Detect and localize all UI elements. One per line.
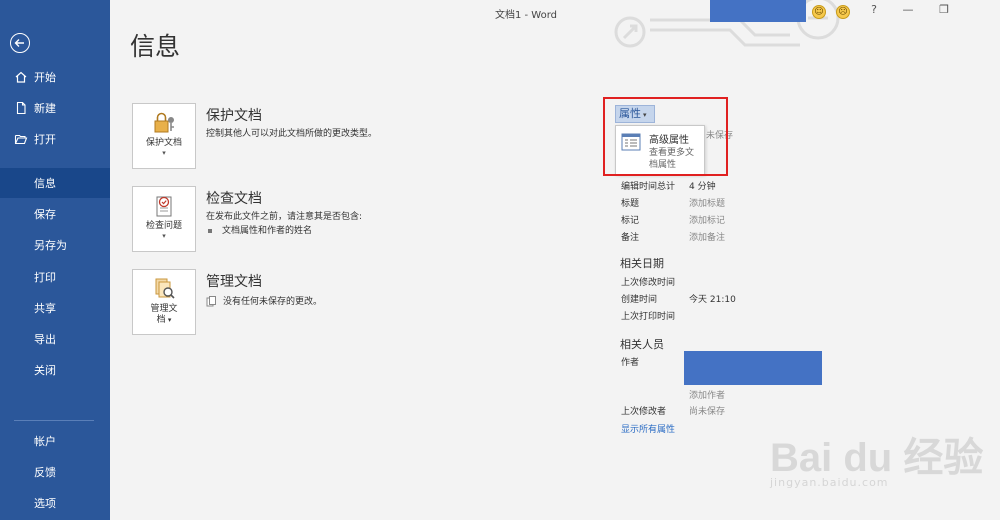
- title-label: 标题: [621, 199, 640, 209]
- check-issues-button[interactable]: 检查问题 ▾: [132, 186, 196, 252]
- frown-feedback-icon[interactable]: ☹: [836, 5, 850, 19]
- tags-label: 标记: [621, 216, 640, 226]
- edit-time-value: 4 分钟: [689, 182, 716, 192]
- inspect-document-title: 检查文档: [206, 191, 262, 207]
- nav-print[interactable]: 打印: [0, 262, 110, 292]
- nav-save-as-label: 另存为: [34, 239, 67, 252]
- nav-info[interactable]: 信息: [0, 168, 110, 198]
- inspect-bullet-text: 文档属性和作者的姓名: [222, 226, 313, 236]
- last-modified-label: 上次修改时间: [621, 278, 676, 288]
- protect-document-desc: 控制其他人可以对此文档所做的更改类型。: [206, 129, 378, 139]
- help-button[interactable]: ?: [864, 3, 884, 16]
- unsaved-doc-icon: [206, 296, 223, 307]
- back-arrow-icon[interactable]: [10, 33, 30, 53]
- comments-label: 备注: [621, 233, 640, 243]
- folder-open-icon: [14, 132, 28, 146]
- created-value: 今天 21:10: [689, 295, 736, 305]
- last-printed-label: 上次打印时间: [621, 312, 676, 322]
- author-label: 作者: [621, 358, 640, 368]
- annotation-highlight-box: [603, 97, 728, 176]
- nav-options[interactable]: 选项: [0, 488, 110, 518]
- manage-document-label-2-row: 档 ▾: [133, 315, 195, 326]
- new-doc-icon: [14, 101, 28, 115]
- inspect-document-desc: 在发布此文件之前，请注意其是否包含:: [206, 212, 363, 222]
- restore-button[interactable]: ❐: [934, 3, 954, 16]
- redacted-author-block: [684, 351, 822, 385]
- nav-home-label: 开始: [34, 71, 56, 84]
- nav-account-label: 帐户: [34, 435, 56, 448]
- last-modified-by-label: 上次修改者: [621, 407, 667, 417]
- home-icon: [14, 70, 28, 84]
- manage-document-button[interactable]: 管理文 档 ▾: [132, 269, 196, 335]
- nav-account[interactable]: 帐户: [0, 426, 110, 456]
- bullet-icon: [208, 228, 212, 233]
- nav-close[interactable]: 关闭: [0, 355, 110, 385]
- nav-share[interactable]: 共享: [0, 293, 110, 323]
- inspect-bullet-item: 文档属性和作者的姓名: [206, 223, 312, 236]
- manage-document-label-2: 档: [156, 315, 166, 325]
- manage-document-title: 管理文档: [206, 274, 262, 290]
- baidu-watermark-logo: Bai du 经验: [770, 436, 984, 480]
- backstage-sidebar: 开始 新建 打开 信息 保存 另存为 打印 共享 导出 关闭 帐户 反馈 选项: [0, 0, 110, 520]
- nav-share-label: 共享: [34, 302, 56, 315]
- nav-info-label: 信息: [34, 177, 56, 190]
- nav-save[interactable]: 保存: [0, 199, 110, 229]
- add-comments-field[interactable]: 添加备注: [689, 230, 725, 243]
- related-people-heading: 相关人员: [620, 338, 664, 351]
- nav-feedback[interactable]: 反馈: [0, 457, 110, 487]
- redacted-account-block: [710, 0, 806, 22]
- chevron-down-icon: ▾: [162, 149, 166, 157]
- nav-options-label: 选项: [34, 497, 56, 510]
- inspect-document-icon: [151, 194, 177, 218]
- page-title: 信息: [130, 32, 181, 61]
- smile-feedback-icon[interactable]: ☺: [812, 5, 826, 19]
- chevron-down-icon: ▾: [162, 232, 166, 240]
- sidebar-divider: [14, 420, 94, 421]
- add-tags-field[interactable]: 添加标记: [689, 213, 725, 226]
- manage-document-icon: [151, 277, 177, 301]
- nav-new-label: 新建: [34, 102, 56, 115]
- protect-document-title: 保护文档: [206, 108, 262, 124]
- chevron-down-icon: ▾: [165, 316, 172, 324]
- manage-document-label-1: 管理文: [150, 304, 178, 314]
- protect-document-label: 保护文档: [145, 138, 182, 148]
- nav-open[interactable]: 打开: [0, 124, 110, 154]
- lock-key-icon: [151, 111, 177, 135]
- nav-close-label: 关闭: [34, 364, 56, 377]
- show-all-properties-link[interactable]: 显示所有属性: [621, 422, 675, 435]
- baidu-watermark-url: jingyan.baidu.com: [770, 476, 889, 489]
- related-dates-heading: 相关日期: [620, 257, 664, 270]
- nav-feedback-label: 反馈: [34, 466, 56, 479]
- protect-document-button[interactable]: 保护文档 ▾: [132, 103, 196, 169]
- check-issues-label: 检查问题: [145, 221, 182, 231]
- nav-export-label: 导出: [34, 333, 56, 346]
- edit-time-label: 编辑时间总计: [621, 182, 676, 192]
- nav-home[interactable]: 开始: [0, 62, 110, 92]
- add-title-field[interactable]: 添加标题: [689, 196, 725, 209]
- window-title: 文档1 - Word: [494, 10, 558, 21]
- add-author-field[interactable]: 添加作者: [689, 388, 725, 401]
- manage-document-status: 没有任何未保存的更改。: [206, 294, 322, 307]
- nav-export[interactable]: 导出: [0, 324, 110, 354]
- created-label: 创建时间: [621, 295, 658, 305]
- last-modified-by-value: 尚未保存: [689, 407, 726, 417]
- nav-new[interactable]: 新建: [0, 93, 110, 123]
- nav-print-label: 打印: [34, 271, 56, 284]
- manage-document-desc: 没有任何未保存的更改。: [223, 297, 323, 307]
- nav-save-label: 保存: [34, 208, 56, 221]
- nav-open-label: 打开: [34, 133, 56, 146]
- minimize-button[interactable]: —: [898, 3, 918, 16]
- nav-save-as[interactable]: 另存为: [0, 230, 110, 260]
